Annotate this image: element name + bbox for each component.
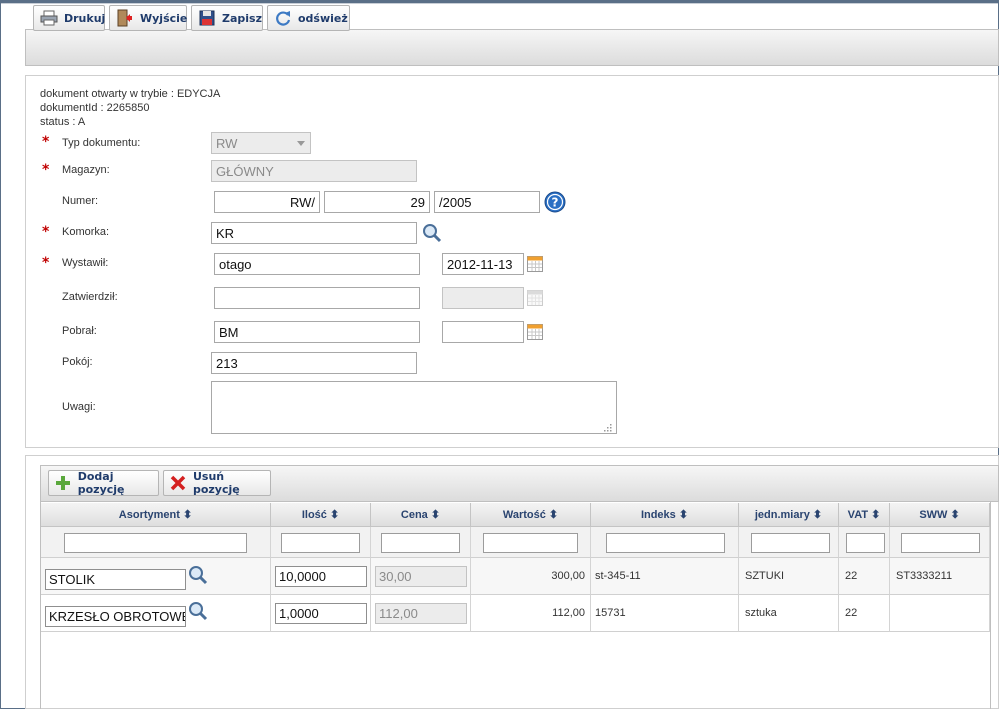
filter-ilosc-input[interactable] (281, 533, 360, 553)
warehouse-label: Magazyn: (62, 164, 110, 176)
notes-textarea[interactable] (211, 381, 617, 434)
row-price-input: 112,00 (375, 603, 467, 624)
refresh-icon (274, 9, 292, 27)
required-marker: * (42, 255, 50, 271)
calendar-icon (527, 290, 543, 306)
received-by-field[interactable]: BM (214, 321, 420, 343)
floppy-disk-icon (198, 9, 216, 27)
column-header-cena[interactable]: Cena ⬍ (371, 503, 471, 527)
row-vat-cell: 22 (839, 595, 890, 632)
filter-wartosc-input[interactable] (483, 533, 578, 553)
refresh-button-label: odśwież (298, 11, 348, 25)
required-marker: * (42, 134, 50, 150)
required-marker: * (42, 224, 50, 240)
row-value-cell: 112,00 (471, 595, 591, 632)
number-field[interactable]: 29 (324, 191, 430, 213)
print-button-label: Drukuj (64, 11, 106, 25)
room-field[interactable]: 213 (211, 352, 417, 374)
filter-vat-input[interactable] (846, 533, 885, 553)
save-button-label: Zapisz (222, 11, 262, 25)
row-sww-cell: ST3333211 (890, 558, 990, 595)
delete-x-icon (170, 474, 187, 492)
help-icon[interactable]: ? (544, 191, 566, 213)
chevron-down-icon (297, 141, 305, 146)
row-sww-cell (890, 595, 990, 632)
received-by-label: Pobrał: (62, 325, 97, 337)
exit-door-icon (116, 9, 134, 27)
number-prefix-field[interactable]: RW/ (214, 191, 320, 213)
column-header-wartosc[interactable]: Wartość ⬍ (471, 503, 591, 527)
row-price-input: 30,00 (375, 566, 467, 587)
column-header-ilosc[interactable]: Ilość ⬍ (271, 503, 371, 527)
filter-cena-input[interactable] (381, 533, 460, 553)
document-type-select[interactable]: RW (211, 132, 311, 154)
column-header-jm[interactable]: jedn.miary ⬍ (739, 503, 839, 527)
search-icon[interactable] (187, 600, 209, 622)
row-asortyment-input[interactable]: STOLIK (45, 569, 186, 590)
print-button[interactable]: Drukuj (33, 5, 105, 31)
approved-date-field (442, 287, 524, 309)
calendar-icon[interactable] (527, 324, 543, 340)
status-info: status : A (40, 116, 86, 128)
filter-indeks-input[interactable] (606, 533, 725, 553)
required-marker: * (42, 162, 50, 178)
issued-by-label: Wystawił: (62, 257, 109, 269)
row-unit-cell: SZTUKI (739, 558, 839, 595)
row-vat-cell: 22 (839, 558, 890, 595)
column-header-indeks[interactable]: Indeks ⬍ (591, 503, 739, 527)
received-date-field[interactable] (442, 321, 524, 343)
column-header-sww[interactable]: SWW ⬍ (890, 503, 990, 527)
column-header-vat[interactable]: VAT ⬍ (839, 503, 890, 527)
cell-field[interactable]: KR (211, 222, 417, 244)
room-label: Pokój: (62, 356, 93, 368)
calendar-icon[interactable] (527, 256, 543, 272)
row-unit-cell: sztuka (739, 595, 839, 632)
row-value-cell: 300,00 (471, 558, 591, 595)
document-type-label: Typ dokumentu: (62, 137, 141, 149)
exit-button-label: Wyjście (140, 11, 188, 25)
search-icon[interactable] (187, 564, 209, 586)
filter-sww-input[interactable] (901, 533, 980, 553)
exit-button[interactable]: Wyjście (109, 5, 187, 31)
number-label: Numer: (62, 195, 99, 207)
notes-label: Uwagi: (62, 401, 96, 413)
edit-mode-info: dokument otwarty w trybie : EDYCJA (40, 88, 221, 100)
number-suffix-field[interactable]: /2005 (434, 191, 540, 213)
approved-by-field[interactable] (214, 287, 420, 309)
search-icon[interactable] (421, 222, 443, 244)
main-toolbar (25, 29, 999, 66)
filter-jm-input[interactable] (751, 533, 830, 553)
document-type-value: RW (216, 135, 238, 151)
plus-icon (55, 474, 72, 492)
warehouse-field[interactable]: GŁÓWNY (211, 160, 417, 182)
window-left-border (0, 0, 1, 709)
remove-position-label: Usuń pozycję (192, 470, 240, 496)
document-id-info: dokumentId : 2265850 (40, 102, 150, 114)
window-top-line (0, 3, 999, 4)
printer-icon (40, 9, 58, 27)
row-index-cell: 15731 (591, 595, 739, 632)
save-button[interactable]: Zapisz (191, 5, 263, 31)
row-quantity-input[interactable]: 10,0000 (275, 566, 367, 587)
row-index-cell: st-345-11 (591, 558, 739, 595)
resize-handle-icon[interactable] (601, 418, 613, 432)
row-asortyment-input[interactable]: KRZESŁO OBROTOWE (45, 606, 186, 627)
remove-position-button[interactable]: Usuń pozycję (163, 470, 271, 496)
column-header-asortyment[interactable]: Asortyment ⬍ (41, 503, 271, 527)
approved-by-label: Zatwierdził: (62, 291, 118, 303)
filter-asortyment-input[interactable] (64, 533, 247, 553)
issued-date-field[interactable]: 2012-11-13 (442, 253, 524, 275)
svg-text:?: ? (552, 196, 559, 210)
refresh-button[interactable]: odśwież (267, 5, 350, 31)
row-quantity-input[interactable]: 1,0000 (275, 603, 367, 624)
issued-by-field[interactable]: otago (214, 253, 420, 275)
cell-label: Komorka: (62, 226, 110, 238)
add-position-button[interactable]: Dodaj pozycję (48, 470, 159, 496)
add-position-label: Dodaj pozycję (77, 470, 125, 496)
